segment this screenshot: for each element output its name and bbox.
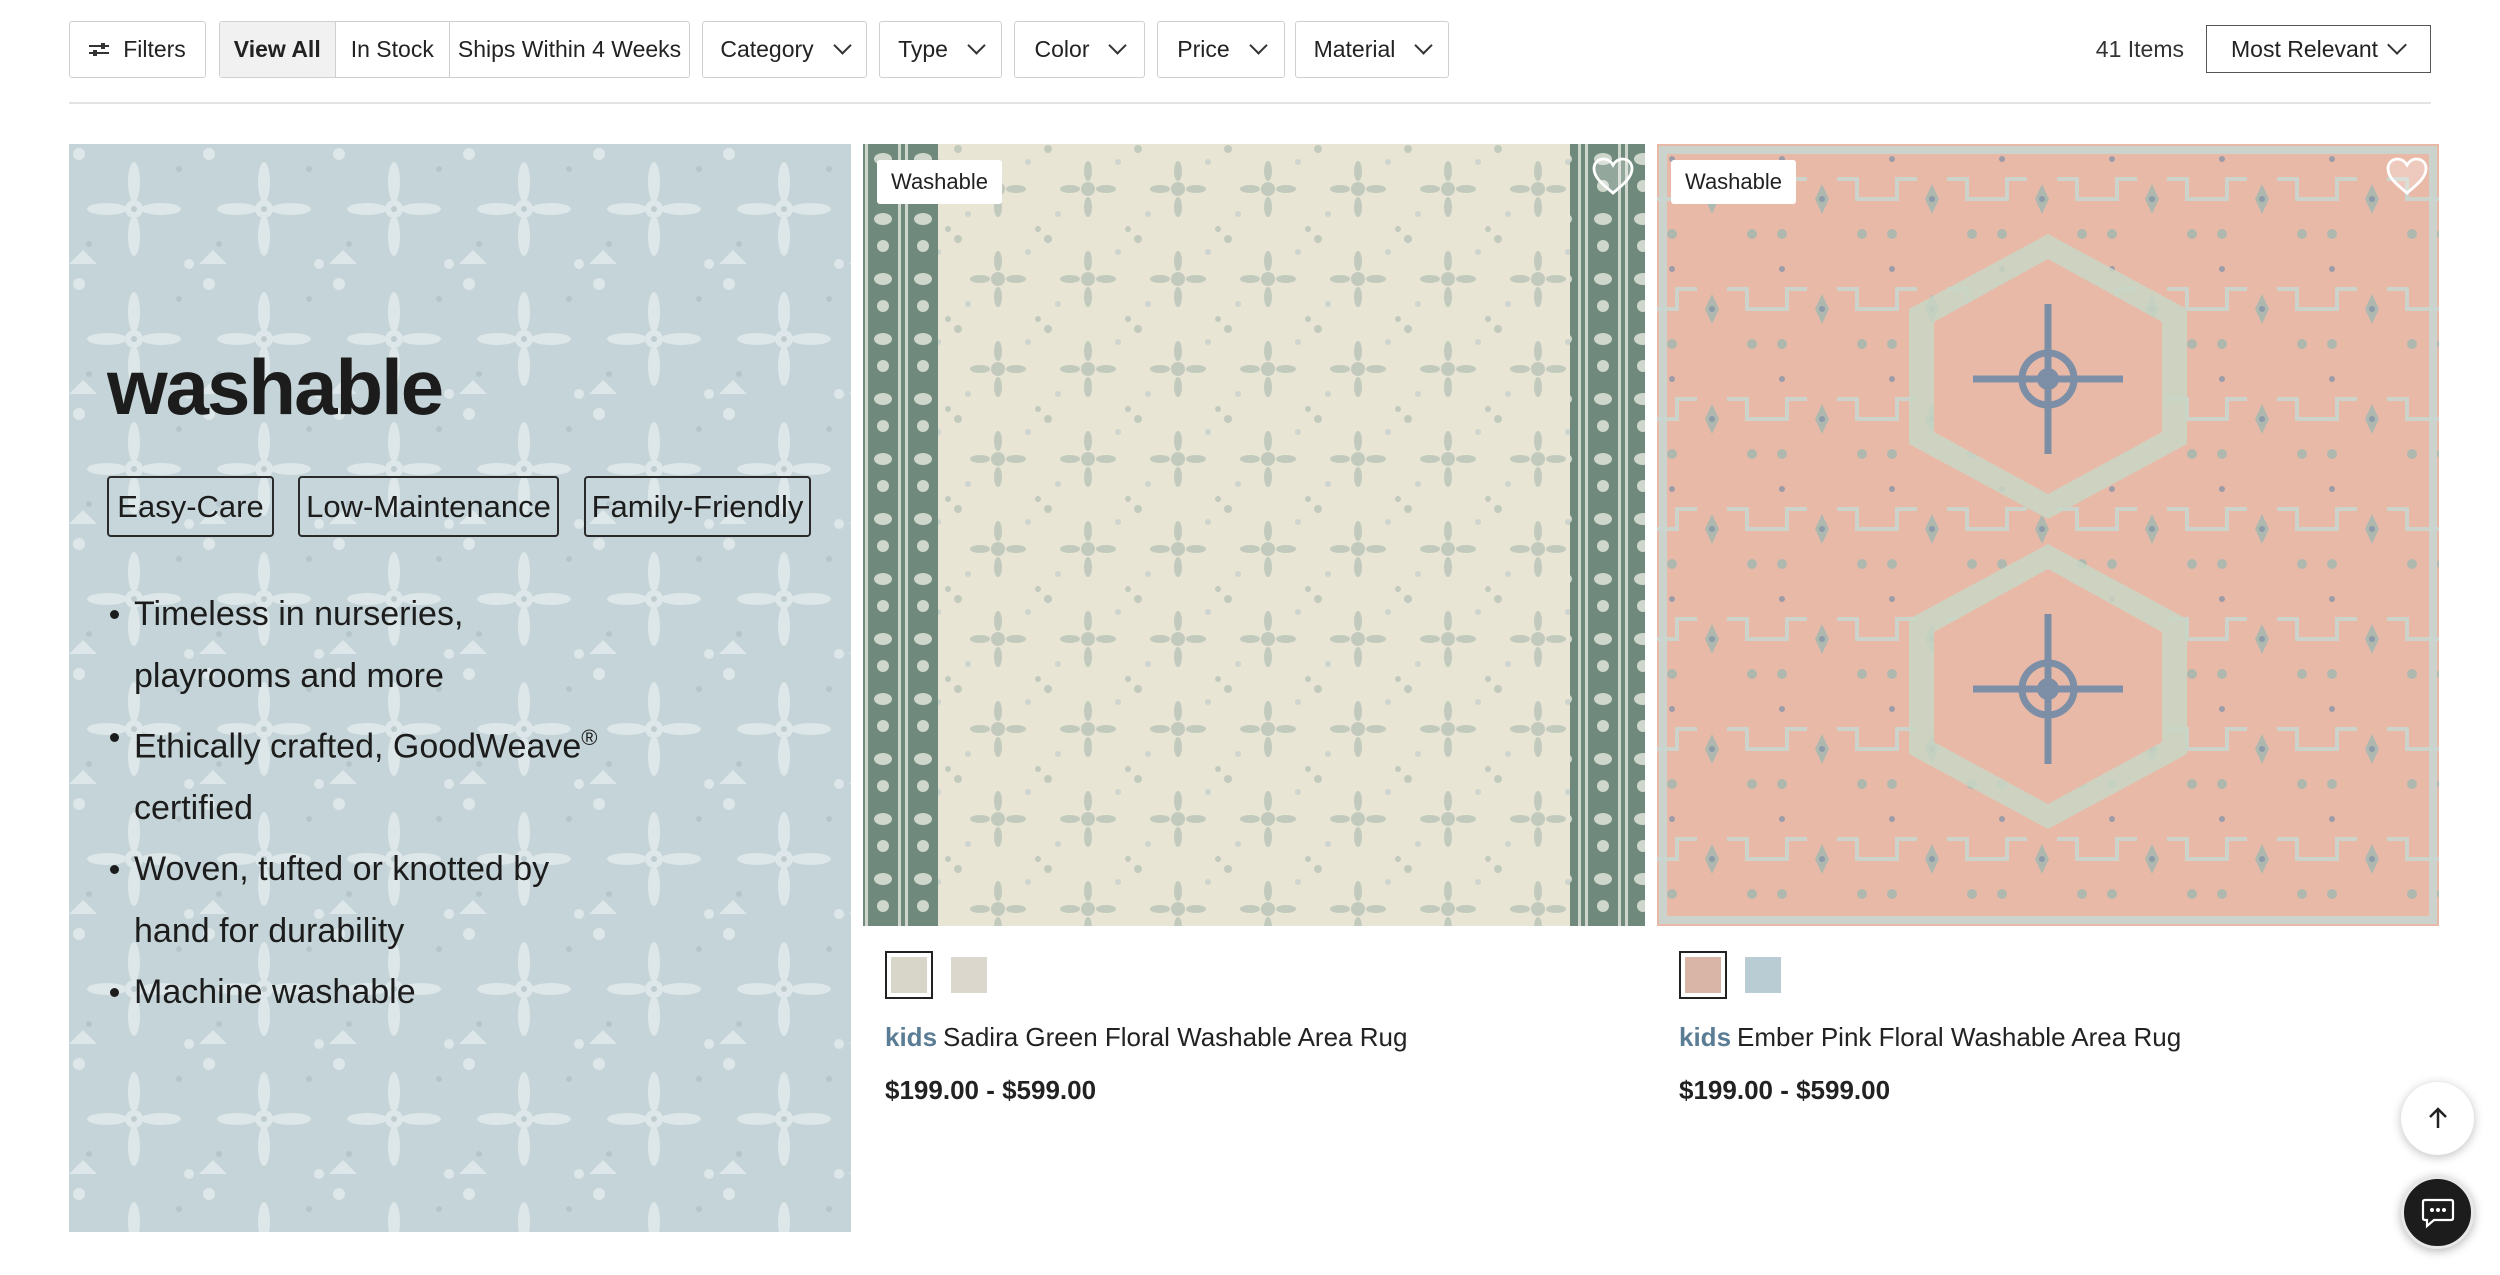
arrow-up-icon <box>2428 1106 2447 1128</box>
color-swatch[interactable] <box>885 951 933 999</box>
color-dropdown-label: Color <box>1034 36 1090 62</box>
type-dropdown-label: Type <box>898 36 948 62</box>
chevron-down-icon <box>1108 36 1128 55</box>
washable-promo-tile[interactable]: washable Easy-Care Low-Maintenance Famil… <box>69 144 851 1232</box>
color-swatch[interactable] <box>1679 951 1727 999</box>
toolbar-divider <box>69 102 2431 104</box>
rug-image-pink <box>1657 144 2439 926</box>
chip-low-maintenance: Low-Maintenance <box>298 476 559 537</box>
chevron-down-icon <box>2387 35 2407 55</box>
bullet-item: Timeless in nurseries, playrooms and mor… <box>107 584 707 707</box>
bullet-text: playrooms and more <box>134 656 444 695</box>
product-image[interactable]: Washable <box>863 144 1645 926</box>
sliders-icon <box>89 42 110 57</box>
product-price: $199.00 - $599.00 <box>885 1075 1097 1105</box>
product-name: Ember Pink Floral Washable Area Rug <box>1737 1022 2182 1052</box>
color-swatches <box>1679 951 1799 999</box>
bullet-text: hand for durability <box>134 911 405 950</box>
promo-title: washable <box>107 343 444 431</box>
material-dropdown[interactable]: Material <box>1295 21 1449 78</box>
product-card: Washable kids Ember Pink Floral Washable … <box>1657 144 2439 1234</box>
bullet-text: Machine washable <box>134 973 416 1012</box>
price-dropdown[interactable]: Price <box>1157 21 1285 78</box>
bullet-item: Woven, tufted or knotted by hand for dur… <box>107 839 707 962</box>
filter-toolbar: Filters View All In Stock Ships Within 4… <box>69 21 2431 78</box>
heart-outline-icon[interactable] <box>2385 156 2429 196</box>
chevron-down-icon <box>1249 36 1268 55</box>
washable-badge: Washable <box>1671 160 1797 204</box>
product-card: Washable kids Sadira Green Floral Washabl… <box>863 144 1645 1234</box>
registered-mark: ® <box>581 725 598 750</box>
chevron-down-icon <box>1414 36 1434 55</box>
color-swatch[interactable] <box>945 951 993 999</box>
filters-button[interactable]: Filters <box>69 21 206 78</box>
availability-segmented-control: View All In Stock Ships Within 4 Weeks <box>219 21 690 78</box>
chevron-down-icon <box>832 36 852 55</box>
bullet-text: certified <box>134 788 254 827</box>
type-dropdown[interactable]: Type <box>879 21 1002 78</box>
chip-family-friendly: Family-Friendly <box>584 476 811 537</box>
color-dropdown[interactable]: Color <box>1014 21 1145 78</box>
feature-bullet-list: Timeless in nurseries, playrooms and mor… <box>107 584 707 1024</box>
rug-image-green <box>863 144 1645 926</box>
heart-outline-icon[interactable] <box>1591 156 1635 196</box>
view-all-tab[interactable]: View All <box>220 22 336 77</box>
product-price: $199.00 - $599.00 <box>1679 1075 1891 1105</box>
chip-easy-care: Easy-Care <box>107 476 274 537</box>
color-swatches <box>885 951 1005 999</box>
back-to-top-button[interactable] <box>2401 1082 2474 1155</box>
sort-dropdown[interactable]: Most Relevant <box>2206 25 2431 73</box>
in-stock-tab[interactable]: In Stock <box>336 22 451 77</box>
product-name: Sadira Green Floral Washable Area Rug <box>943 1022 1408 1052</box>
category-dropdown-label: Category <box>720 36 814 62</box>
items-count: 41 Items <box>2095 36 2184 62</box>
price-dropdown-label: Price <box>1177 36 1230 62</box>
product-title-link[interactable]: kids Sadira Green Floral Washable Area Ru… <box>885 1022 1407 1053</box>
sort-label: Most Relevant <box>2231 35 2379 62</box>
product-title-link[interactable]: kids Ember Pink Floral Washable Area Rug <box>1679 1022 2181 1053</box>
chat-button[interactable] <box>2401 1176 2474 1249</box>
chevron-down-icon <box>967 36 986 55</box>
filters-label: Filters <box>123 36 186 62</box>
color-swatch[interactable] <box>1739 951 1787 999</box>
bullet-item: Machine washable <box>107 962 707 1024</box>
bullet-text: Woven, tufted or knotted by <box>134 850 550 889</box>
bullet-text: Timeless in nurseries, <box>134 595 464 633</box>
brand-label: kids <box>885 1022 938 1052</box>
product-image[interactable]: Washable <box>1657 144 2439 926</box>
ships-within-4-weeks-tab[interactable]: Ships Within 4 Weeks <box>450 22 689 77</box>
bullet-text: Ethically crafted, GoodWeave <box>134 727 582 766</box>
chat-bubble-icon <box>2421 1198 2454 1228</box>
category-dropdown[interactable]: Category <box>702 21 867 78</box>
material-dropdown-label: Material <box>1313 36 1396 62</box>
washable-badge: Washable <box>877 160 1003 204</box>
brand-label: kids <box>1679 1022 1732 1052</box>
bullet-item: Ethically crafted, GoodWeave® certified <box>107 707 707 839</box>
